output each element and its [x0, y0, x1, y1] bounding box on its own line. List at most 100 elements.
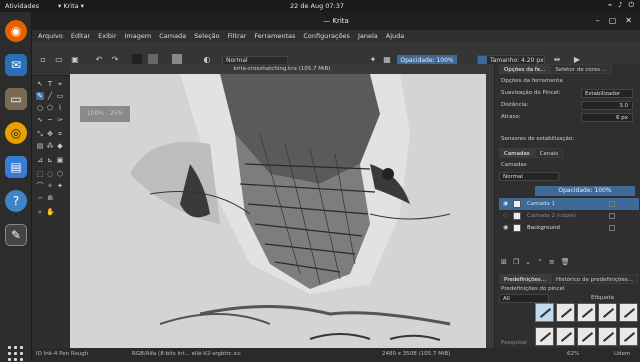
- pan-tool-icon[interactable]: ✋: [46, 208, 55, 216]
- brush-tag-filter[interactable]: All: [499, 294, 549, 303]
- pattern-swatch[interactable]: [148, 54, 158, 64]
- minimize-icon[interactable]: –: [596, 16, 600, 25]
- wrap-icon[interactable]: ▶: [572, 54, 582, 64]
- add-layer-icon[interactable]: ⊞: [501, 258, 507, 266]
- lock-icon[interactable]: [609, 201, 615, 207]
- fill-tool-icon[interactable]: ◆: [56, 142, 64, 150]
- drawing-canvas[interactable]: 100% : 25%: [70, 74, 494, 358]
- ellipse-tool-icon[interactable]: ○: [36, 104, 44, 112]
- activities-button[interactable]: Atividades: [5, 2, 39, 10]
- brush-preset[interactable]: [619, 303, 638, 322]
- bezier-select-tool-icon[interactable]: ∽: [36, 194, 44, 202]
- menu-configuracoes[interactable]: Configurações: [303, 32, 350, 40]
- rhythmbox-icon[interactable]: ◎: [5, 122, 27, 144]
- polygon-tool-icon[interactable]: ⬠: [46, 104, 54, 112]
- menu-janela[interactable]: Janela: [358, 32, 378, 40]
- menu-exibir[interactable]: Exibir: [98, 32, 116, 40]
- vertical-scrollbar[interactable]: [486, 74, 494, 358]
- new-document-icon[interactable]: ▫: [38, 54, 48, 64]
- freehand-select-tool-icon[interactable]: ⌒: [36, 182, 44, 190]
- firefox-icon[interactable]: ◉: [5, 20, 27, 42]
- system-tray[interactable]: ⌁ ♪ ⏻: [608, 1, 634, 10]
- layer-row[interactable]: ◌ Camada 2 (cópia): [499, 210, 639, 222]
- tab-channels[interactable]: Canais: [534, 148, 564, 158]
- polygon-select-tool-icon[interactable]: ⬡: [56, 170, 64, 178]
- crop-tool-icon[interactable]: ⌗: [56, 130, 64, 138]
- smoothing-select[interactable]: Estabilizador: [581, 89, 633, 98]
- ellipse-select-tool-icon[interactable]: ◌: [46, 170, 54, 178]
- maximize-icon[interactable]: ▢: [609, 16, 617, 25]
- contiguous-select-tool-icon[interactable]: ✧: [46, 182, 54, 190]
- help-icon[interactable]: ?: [5, 190, 27, 212]
- bezier-tool-icon[interactable]: ∿: [36, 116, 44, 124]
- thunderbird-icon[interactable]: ✉: [5, 54, 27, 76]
- open-document-icon[interactable]: ▭: [54, 54, 64, 64]
- menu-ajuda[interactable]: Ajuda: [386, 32, 404, 40]
- measure-tool-icon[interactable]: ⊾: [46, 156, 54, 164]
- menu-ferramentas[interactable]: Ferramentas: [254, 32, 295, 40]
- redo-icon[interactable]: ↷: [110, 54, 120, 64]
- move-down-icon[interactable]: ⌄: [525, 258, 531, 266]
- lock-icon[interactable]: [609, 225, 615, 231]
- brush-preset[interactable]: [556, 326, 575, 346]
- rect-select-tool-icon[interactable]: ⬚: [36, 170, 44, 178]
- freehand-path-tool-icon[interactable]: ~: [46, 116, 54, 124]
- similar-select-tool-icon[interactable]: ✦: [56, 182, 64, 190]
- layer-row[interactable]: ◉ Camada 1: [499, 198, 639, 210]
- eye-icon[interactable]: ◉: [503, 198, 508, 210]
- move-up-icon[interactable]: ⌃: [537, 258, 543, 266]
- tab-tool-options[interactable]: Opções da fe...: [499, 64, 551, 74]
- select-shapes-tool-icon[interactable]: ↖: [36, 80, 44, 88]
- properties-icon[interactable]: ≡: [549, 258, 555, 266]
- lock-icon[interactable]: [609, 213, 615, 219]
- blend-mode-icon[interactable]: ◐: [202, 54, 212, 64]
- zoom-tool-icon[interactable]: ⌕: [36, 208, 44, 216]
- save-icon[interactable]: ▣: [70, 54, 80, 64]
- eye-icon[interactable]: ◌: [503, 210, 508, 222]
- brush-preset[interactable]: [619, 326, 638, 346]
- menu-arquivo[interactable]: Arquivo: [38, 32, 63, 40]
- dynamic-brush-tool-icon[interactable]: ✑: [56, 116, 64, 124]
- brush-preset[interactable]: [577, 326, 596, 346]
- writer-icon[interactable]: ▤: [5, 156, 27, 178]
- line-tool-icon[interactable]: ╱: [46, 92, 54, 100]
- brush-search[interactable]: Pesquisar: [501, 340, 527, 346]
- files-icon[interactable]: ▭: [5, 88, 27, 110]
- copy-layer-icon[interactable]: ❐: [513, 258, 519, 266]
- menu-filtrar[interactable]: Filtrar: [228, 32, 247, 40]
- close-icon[interactable]: ✕: [625, 16, 632, 25]
- tab-layers[interactable]: Camadas: [499, 148, 535, 158]
- clock[interactable]: 22 de Aug 07:37: [290, 2, 344, 10]
- brush-preset[interactable]: [577, 303, 596, 322]
- document-tab[interactable]: krita-crosshatching.kra (105.7 MiB): [70, 64, 494, 74]
- move-tool-icon[interactable]: ✥: [46, 130, 54, 138]
- polyline-tool-icon[interactable]: ⌇: [56, 104, 64, 112]
- text-tool-icon[interactable]: T: [46, 80, 54, 88]
- tab-color-selector[interactable]: Seletor de cores ...: [550, 64, 613, 74]
- foreground-color-swatch[interactable]: [132, 54, 142, 64]
- menu-editar[interactable]: Editar: [71, 32, 90, 40]
- freehand-brush-tool-icon[interactable]: ✎: [36, 92, 44, 100]
- edit-shapes-tool-icon[interactable]: ⌖: [56, 80, 64, 88]
- layer-row[interactable]: ◉ Background: [499, 222, 639, 234]
- color-picker-tool-icon[interactable]: ⁂: [46, 142, 54, 150]
- undo-icon[interactable]: ↶: [94, 54, 104, 64]
- rectangle-tool-icon[interactable]: ▭: [56, 92, 64, 100]
- delete-layer-icon[interactable]: 🗑: [561, 258, 570, 266]
- menu-imagem[interactable]: Imagem: [125, 32, 152, 40]
- assistant-tool-icon[interactable]: ⊿: [36, 156, 44, 164]
- layer-blend-select[interactable]: Normal: [499, 172, 559, 181]
- brush-preset[interactable]: [598, 303, 617, 322]
- preserve-alpha-icon[interactable]: ▦: [382, 54, 392, 64]
- reference-tool-icon[interactable]: ▣: [56, 156, 64, 164]
- brush-preset[interactable]: [556, 303, 575, 322]
- magnetic-select-tool-icon[interactable]: ⋒: [46, 194, 54, 202]
- eye-icon[interactable]: ◉: [503, 222, 508, 234]
- menu-selecao[interactable]: Seleção: [194, 32, 219, 40]
- layer-opacity-slider[interactable]: Opacidade: 100%: [535, 186, 635, 196]
- app-menu[interactable]: ▾ Krita ▾: [58, 2, 84, 10]
- tab-brush-history[interactable]: Histórico de predefinições...: [550, 274, 638, 284]
- krita-icon[interactable]: ✎: [5, 224, 27, 246]
- erase-mode-icon[interactable]: ✦: [368, 54, 378, 64]
- gradient-tool-icon[interactable]: ▤: [36, 142, 44, 150]
